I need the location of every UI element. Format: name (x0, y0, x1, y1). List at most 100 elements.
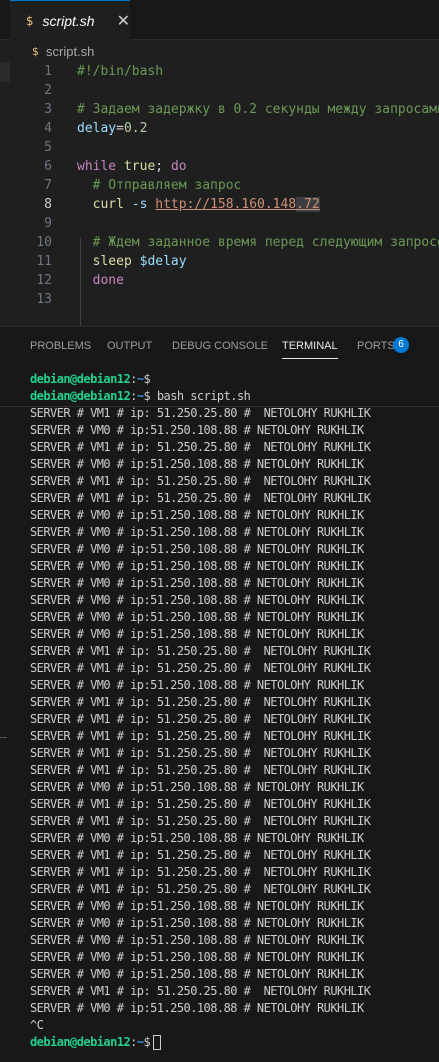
prompt-command: bash script.sh (150, 389, 251, 403)
tab-output[interactable]: OUTPUT (107, 340, 152, 352)
line-number: 9 (44, 216, 52, 231)
terminal-output-line: ^C (30, 1018, 44, 1032)
terminal-prompt-line: debian@debian12:~$ (30, 1034, 439, 1051)
code-line[interactable]: 8 curl -s http://158.160.148.72 (0, 195, 439, 214)
terminal-output-line: SERVER # VM1 # ip: 51.250.25.80 # NETOLO… (30, 984, 371, 998)
code-line[interactable]: 11 sleep $delay (0, 252, 439, 271)
code-line[interactable]: 13 (0, 290, 439, 309)
code-token: = (116, 121, 124, 136)
code-token: http://158.160.148 (155, 197, 297, 212)
terminal-output-line: SERVER # VM1 # ip: 51.250.25.80 # NETOLO… (30, 440, 371, 454)
code-line[interactable]: 10 # Ждем заданное время перед следующим… (0, 233, 439, 252)
code-text: # Задаем задержку в 0.2 секунды между за… (77, 100, 439, 119)
code-editor[interactable]: 1 #!/bin/bash 2 3 # Задаем задержку в 0.2 се… (0, 62, 439, 361)
code-token: true (123, 159, 156, 174)
code-token: # Задаем задержку в 0.2 секунды между за… (77, 102, 439, 117)
terminal-output-line: SERVER # VM1 # ip: 51.250.25.80 # NETOLO… (30, 814, 371, 828)
terminal-output-line: SERVER # VM0 # ip:51.250.108.88 # NETOLO… (30, 678, 364, 692)
tab-debug-console[interactable]: DEBUG CONSOLE (172, 340, 268, 352)
line-number: 5 (44, 140, 52, 155)
line-number: 2 (44, 83, 52, 98)
tab-ports[interactable]: PORTS (357, 340, 395, 352)
tab-problems[interactable]: PROBLEMS (30, 340, 91, 352)
code-token: ; (155, 159, 171, 174)
prompt-path: ~ (136, 1035, 144, 1049)
code-line[interactable]: 3 # Задаем задержку в 0.2 секунды между з… (0, 100, 439, 119)
code-line[interactable]: 2 (0, 81, 439, 100)
breadcrumb-file[interactable]: script.sh (46, 44, 94, 59)
terminal-output-line: SERVER # VM1 # ip: 51.250.25.80 # NETOLO… (30, 712, 371, 726)
terminal[interactable]: debian@debian12:~$ debian@debian12:~$ ba… (30, 371, 439, 1051)
terminal-output-line: SERVER # VM1 # ip: 51.250.25.80 # NETOLO… (30, 474, 371, 488)
code-line[interactable]: 7 # Отправляем запрос (0, 176, 439, 195)
terminal-output-line: SERVER # VM0 # ip:51.250.108.88 # NETOLO… (30, 780, 364, 794)
terminal-prompt-line: debian@debian12:~$ bash script.sh (30, 389, 251, 403)
terminal-output-line: SERVER # VM1 # ip: 51.250.25.80 # NETOLO… (30, 729, 371, 743)
code-line[interactable]: 12 done (0, 271, 439, 290)
line-number: 11 (36, 254, 52, 269)
code-line[interactable]: 9 (0, 214, 439, 233)
code-token: 0.2 (123, 121, 148, 136)
code-token: done (77, 273, 124, 288)
terminal-output-line: SERVER # VM0 # ip:51.250.108.88 # NETOLO… (30, 950, 364, 964)
code-line[interactable]: 6 while true; do (0, 157, 439, 176)
bottom-panel: PROBLEMS OUTPUT DEBUG CONSOLE TERMINAL P… (0, 326, 439, 1062)
tab-label: script.sh (42, 12, 95, 29)
terminal-output-line: SERVER # VM0 # ip:51.250.108.88 # NETOLO… (30, 610, 364, 624)
code-line[interactable]: 5 (0, 138, 439, 157)
scroll-marker (0, 737, 7, 738)
terminal-output-line: SERVER # VM1 # ip: 51.250.25.80 # NETOLO… (30, 797, 371, 811)
code-token: do (170, 159, 187, 174)
terminal-output-line: SERVER # VM1 # ip: 51.250.25.80 # NETOLO… (30, 848, 371, 862)
code-token: curl (92, 197, 124, 212)
terminal-output-line: SERVER # VM0 # ip:51.250.108.88 # NETOLO… (30, 508, 364, 522)
code-line[interactable]: 1 #!/bin/bash (0, 62, 439, 81)
code-text: delay=0.2 (77, 119, 147, 138)
code-text: sleep $delay (77, 252, 187, 271)
prompt-path: ~ (136, 372, 144, 386)
terminal-output-line: SERVER # VM0 # ip:51.250.108.88 # NETOLO… (30, 576, 364, 590)
line-number: 7 (44, 178, 52, 193)
terminal-output-line: SERVER # VM0 # ip:51.250.108.88 # NETOLO… (30, 627, 364, 641)
terminal-cursor (153, 1035, 162, 1050)
editor-tab-bar: $ script.sh ✕ (0, 0, 439, 40)
dollar-icon: $ (25, 13, 34, 28)
tab-script-sh[interactable]: $ script.sh ✕ (10, 0, 130, 40)
terminal-output-line: SERVER # VM0 # ip:51.250.108.88 # NETOLO… (30, 457, 364, 471)
tab-terminal[interactable]: TERMINAL (282, 340, 338, 359)
line-number: 12 (36, 273, 52, 288)
prompt-user: debian@debian12 (30, 1035, 131, 1049)
terminal-output-line: SERVER # VM0 # ip:51.250.108.88 # NETOLO… (30, 559, 364, 573)
terminal-output-line: SERVER # VM0 # ip:51.250.108.88 # NETOLO… (30, 542, 364, 556)
terminal-output-line: SERVER # VM0 # ip:51.250.108.88 # NETOLO… (30, 423, 364, 437)
code-line[interactable]: 4 delay=0.2 (0, 119, 439, 138)
line-number: 4 (44, 121, 52, 136)
line-number: 8 (44, 197, 52, 212)
code-text: #!/bin/bash (77, 62, 163, 81)
line-number: 10 (36, 235, 52, 250)
code-token: -s (131, 197, 148, 212)
code-text: while true; do (77, 157, 187, 176)
terminal-output-line: SERVER # VM1 # ip: 51.250.25.80 # NETOLO… (30, 644, 371, 658)
terminal-output-line: SERVER # VM1 # ip: 51.250.25.80 # NETOLO… (30, 746, 371, 760)
prompt-path: ~ (136, 389, 144, 403)
terminal-output-line: SERVER # VM1 # ip: 51.250.25.80 # NETOLO… (30, 491, 371, 505)
terminal-prompt-line: debian@debian12:~$ (30, 372, 151, 386)
prompt-user: debian@debian12 (30, 372, 131, 386)
line-number: 13 (36, 292, 52, 307)
prompt-suffix: $ (143, 372, 151, 386)
terminal-output: SERVER # VM1 # ip: 51.250.25.80 # NETOLO… (30, 405, 439, 1034)
code-text: # Отправляем запрос (77, 176, 242, 195)
close-icon[interactable]: ✕ (117, 11, 130, 30)
code-token: # Отправляем запрос (92, 178, 242, 193)
terminal-output-line: SERVER # VM1 # ip: 51.250.25.80 # NETOLO… (30, 695, 371, 709)
code-token: .72 (296, 197, 320, 212)
terminal-output-line: SERVER # VM0 # ip:51.250.108.88 # NETOLO… (30, 933, 364, 947)
code-text: curl -s http://158.160.148.72 (77, 195, 320, 214)
